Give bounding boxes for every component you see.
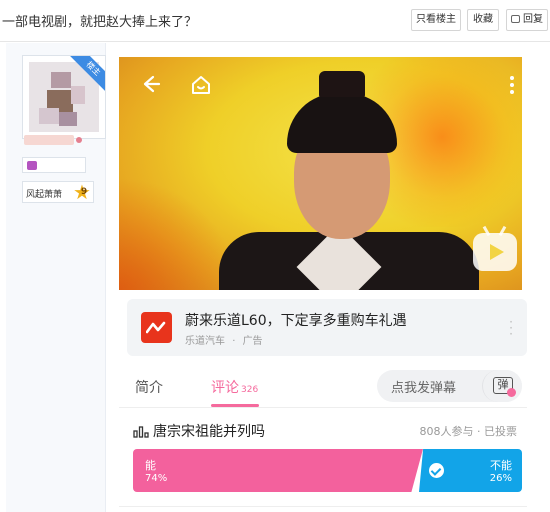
comment-icon	[511, 15, 520, 23]
selected-check-icon	[429, 463, 444, 478]
divider	[119, 506, 527, 507]
poll-no-percent: 26%	[489, 473, 512, 484]
poll-no-label: 不能	[490, 459, 512, 472]
level-name: 风起萧萧	[26, 190, 63, 200]
comment-count: 326	[241, 385, 259, 395]
tab-bar: 简介 评论 326 点我发弹幕 弹	[119, 366, 527, 408]
video-crown	[319, 71, 365, 97]
badge-icon	[27, 161, 37, 170]
poll-option-yes[interactable]	[133, 449, 423, 492]
ad-separator: ·	[232, 336, 236, 347]
only-op-button[interactable]: 只看楼主	[411, 9, 461, 31]
reply-label: 回复	[523, 14, 543, 25]
level-badge[interactable]: 风起萧萧 ★ 9	[22, 181, 94, 203]
ad-brand-logo	[141, 312, 172, 343]
tab-comments[interactable]: 评论 326	[211, 377, 258, 397]
more-vertical-icon[interactable]	[509, 75, 515, 100]
poll-options: 能 74% 不能 26%	[133, 449, 522, 492]
play-tv-icon[interactable]	[473, 225, 517, 271]
poll-question: 唐宗宋祖能并列吗	[153, 424, 265, 440]
ad-title[interactable]: 蔚来乐道L60，下定享多重购车礼遇	[185, 310, 407, 330]
tab-intro[interactable]: 简介	[135, 377, 163, 397]
username-blurred	[24, 135, 74, 145]
favorite-button[interactable]: 收藏	[467, 9, 499, 31]
ad-meta: 乐道汽车 · 广告	[185, 332, 263, 347]
video-player[interactable]	[119, 57, 522, 290]
poll-yes-label: 能	[145, 459, 156, 472]
poll-bars-icon	[133, 424, 149, 442]
back-arrow-icon[interactable]	[139, 73, 161, 100]
avatar-frame[interactable]: 楼主	[22, 55, 106, 139]
poll-yes-percent: 74%	[145, 473, 168, 484]
author-panel: 楼主 风起萧萧 ★ 9	[6, 43, 106, 512]
vip-icon	[76, 137, 82, 143]
poll-meta: 808人参与 · 已投票	[419, 425, 518, 438]
username[interactable]	[24, 135, 82, 146]
ad-source: 乐道汽车	[185, 336, 225, 347]
home-icon[interactable]	[189, 73, 213, 102]
ad-banner[interactable]: 蔚来乐道L60，下定享多重购车礼遇 乐道汽车 · 广告 · · ·	[127, 299, 527, 356]
danmaku-on-indicator	[507, 388, 516, 397]
danmaku-input[interactable]: 点我发弹幕 弹	[377, 370, 522, 402]
danmaku-toggle-button[interactable]: 弹	[482, 370, 522, 402]
tab-comments-label: 评论	[211, 380, 239, 396]
poll-title: 唐宗宋祖能并列吗	[133, 421, 265, 442]
active-tab-indicator	[211, 404, 259, 407]
ad-more-icon[interactable]: · · ·	[509, 316, 513, 340]
level-number: 9	[80, 187, 88, 197]
ad-tag: 广告	[242, 336, 263, 347]
danmaku-placeholder: 点我发弹幕	[391, 381, 457, 396]
thread-title: 一部电视剧，就把赵大捧上来了？	[2, 15, 198, 30]
reply-button[interactable]: 回复	[506, 9, 548, 31]
user-badge[interactable]	[22, 157, 86, 173]
thread-header: 一部电视剧，就把赵大捧上来了？ 只看楼主 收藏 回复	[0, 0, 550, 42]
